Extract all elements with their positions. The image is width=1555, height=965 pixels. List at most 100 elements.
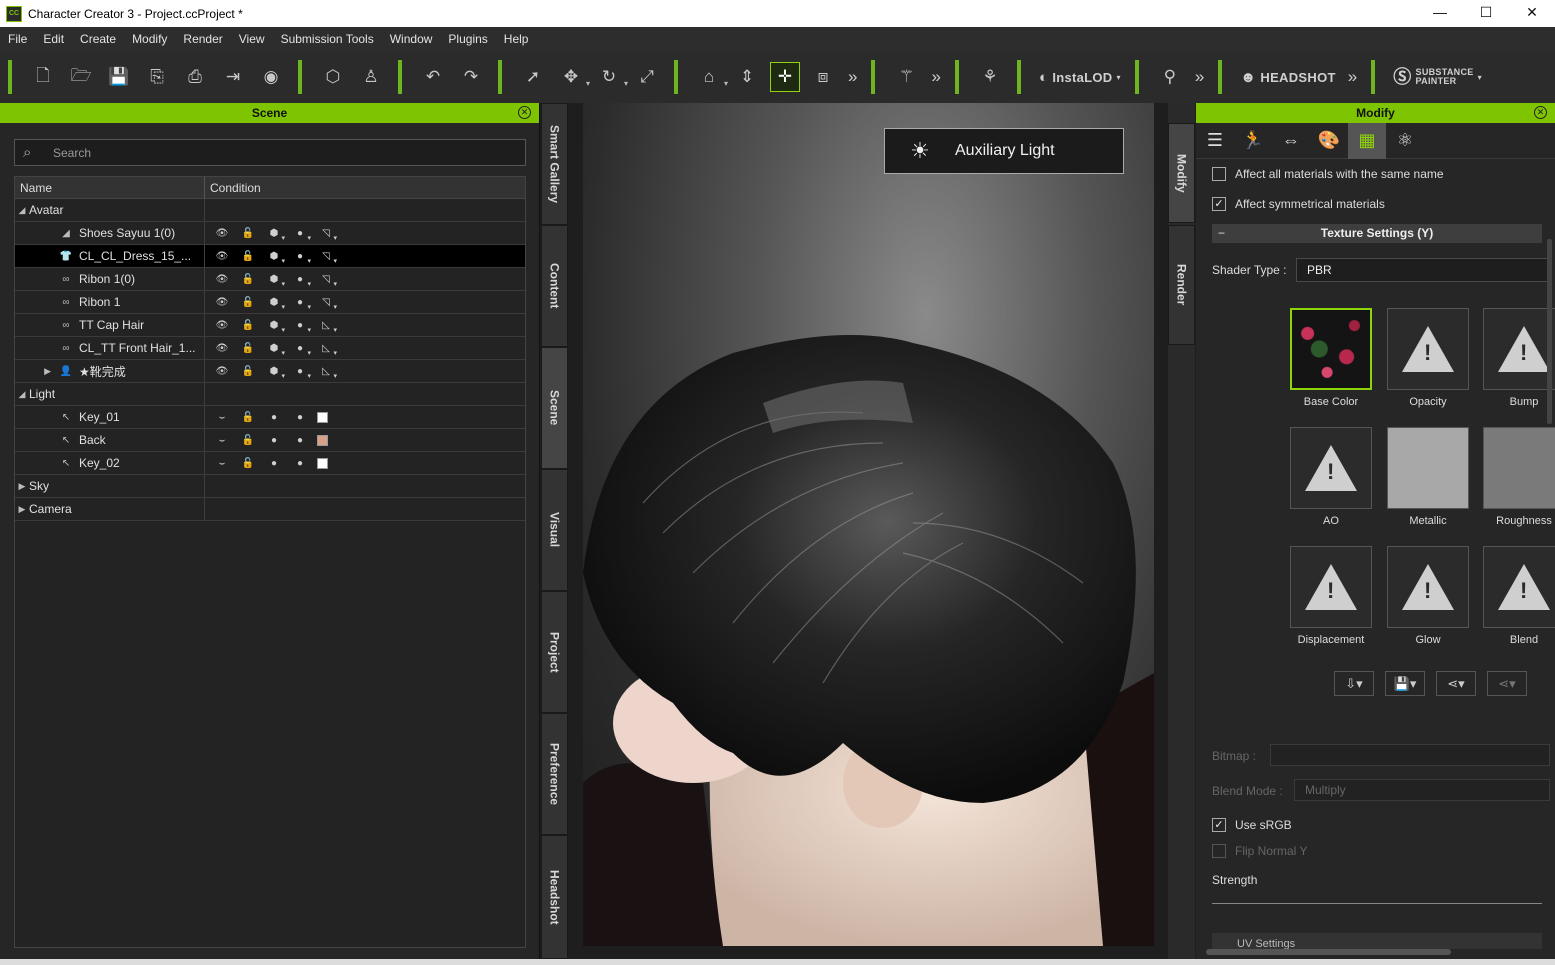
headshot-button[interactable]: ☻ HEADSHOT [1240,69,1335,86]
cube-icon[interactable]: ⬢ ▾ [261,366,287,380]
tab-visual[interactable]: Visual [541,469,568,591]
search-input[interactable] [53,145,493,160]
texture-slot-glow[interactable]: Glow [1387,546,1469,646]
tab-render[interactable]: Render [1168,225,1195,345]
affect-symmetrical-row[interactable]: ✓ Affect symmetrical materials [1212,197,1385,211]
lock-icon[interactable]: 🔓 [235,366,261,377]
tab-scene[interactable]: Scene [541,347,568,469]
shadow-icon[interactable]: ● ▾ [287,320,313,334]
animation-icon[interactable]: ⚚ [891,62,921,92]
tree-row-item[interactable]: ▶ 👤 ★靴完成 👁 🔓 ⬢ ▾ ● ▾ ◺ ▾ [15,360,525,383]
tree-row-sky[interactable]: ▶ Sky [15,475,525,498]
select-arrow-icon[interactable]: ➚ [518,62,548,92]
load-texture-icon[interactable]: ⇩▾ [1334,671,1374,696]
uv-settings-header[interactable]: UV Settings [1212,933,1542,949]
tree-row-light[interactable]: ↖ Key_02 ⌣ 🔓 ● ● [15,452,525,475]
visibility-eye-icon[interactable]: 👁 [209,274,235,285]
texture-slot-ao[interactable]: AO [1290,427,1372,527]
morph-adjust-icon[interactable]: ⇔ [1272,123,1310,159]
vertical-scrollbar[interactable] [1547,239,1552,424]
open-folder-icon[interactable]: 🗁 [66,62,96,92]
cube-icon[interactable]: ⬢ ▾ [261,251,287,265]
lock-icon[interactable]: 🔓 [235,251,261,262]
flip-normal-checkbox[interactable] [1212,844,1226,858]
lock-icon[interactable]: 🔓 [235,412,261,423]
export-icon[interactable]: ⇥ [218,62,248,92]
shadow-icon[interactable]: ● ▾ [287,343,313,357]
cube-icon[interactable]: ⬢ ▾ [261,343,287,357]
toolbar-more-icon[interactable]: » [931,67,940,87]
preview-icon[interactable]: ◉ [256,62,286,92]
tab-headshot[interactable]: Headshot [541,835,568,959]
visibility-eye-icon[interactable]: 👁 [209,297,235,308]
tab-content[interactable]: Content [541,225,568,347]
expand-triangle-icon[interactable]: ▶ [15,481,29,492]
affect-same-name-checkbox[interactable] [1212,167,1226,181]
light-color-swatch[interactable] [317,411,328,423]
lock-icon[interactable]: 🔓 [235,297,261,308]
save-icon[interactable]: 💾 [104,62,134,92]
material-icon[interactable]: ◺ ▾ [313,343,339,357]
bitmap-field[interactable] [1270,744,1550,766]
menu-modify[interactable]: Modify [124,32,175,46]
import-icon[interactable]: ⎘ [142,62,172,92]
column-header-name[interactable]: Name [15,177,205,198]
redo-icon[interactable]: ↷ [456,62,486,92]
tab-modify[interactable]: Modify [1168,123,1195,223]
tree-row-item[interactable]: ∞ TT Cap Hair 👁 🔓 ⬢ ▾ ● ▾ ◺ ▾ [15,314,525,337]
menu-view[interactable]: View [231,32,273,46]
material-checker-icon[interactable]: ▦ [1348,122,1386,159]
cube-icon[interactable]: ⬢ ▾ [261,320,287,334]
material-icon[interactable]: ◹ ▾ [313,228,339,242]
light-on-icon[interactable]: ● [261,435,287,446]
collapse-triangle-icon[interactable]: ◢ [15,205,29,216]
motion-icon[interactable]: 🏃 [1234,123,1272,159]
visibility-eye-icon[interactable]: 👁 [209,251,235,262]
visibility-eye-icon[interactable]: 👁 [209,343,235,354]
visibility-eye-icon[interactable]: 👁 [209,366,235,377]
shadow-icon[interactable]: ● [287,458,313,469]
tree-row-item[interactable]: ∞ CL_TT Front Hair_1... 👁 🔓 ⬢ ▾ ● ▾ ◺ ▾ [15,337,525,360]
share-icon[interactable]: ⋖▾ [1436,671,1476,696]
menu-window[interactable]: Window [382,32,441,46]
shadow-icon[interactable]: ● [287,435,313,446]
menu-create[interactable]: Create [72,32,124,46]
tree-row-light[interactable]: ↖ Back ⌣ 🔓 ● ● [15,429,525,452]
texture-slot-roughness[interactable]: Roughness [1483,427,1555,527]
collapse-minus-icon[interactable]: − [1218,224,1225,243]
scale-icon[interactable]: ⤢ [632,62,662,92]
content-icon[interactable]: ⬡ [318,62,348,92]
flip-normal-row[interactable]: Flip Normal Y [1212,844,1307,858]
pose-icon[interactable]: ♙ [356,62,386,92]
tree-row-camera[interactable]: ▶ Camera [15,498,525,521]
tree-row-item-selected[interactable]: 👕 CL_CL_Dress_15_... 👁 🔓 ⬢ ▾ ● ▾ ◹ ▾ [15,245,525,268]
close-window-button[interactable]: ✕ [1509,0,1555,27]
material-icon[interactable]: ◹ ▾ [313,251,339,265]
menu-help[interactable]: Help [496,32,537,46]
sliders-icon[interactable]: ☰ [1196,123,1234,159]
light-color-swatch[interactable] [317,457,328,469]
expand-triangle-icon[interactable]: ▶ [15,366,51,377]
texture-slot-displacement[interactable]: Displacement [1290,546,1372,646]
lock-icon[interactable]: 🔓 [235,343,261,354]
shader-type-select[interactable]: PBR [1296,258,1551,282]
close-icon[interactable]: ✕ [518,106,531,119]
tree-row-avatar[interactable]: ◢ Avatar [15,199,525,222]
visibility-eye-icon[interactable]: 👁 [209,320,235,331]
physics-atom-icon[interactable]: ⚛ [1386,123,1424,159]
attribute-icon[interactable]: 🎨 [1310,123,1348,159]
light-on-icon[interactable]: ● [261,412,287,423]
texture-slot-base-color[interactable]: Base Color [1290,308,1372,408]
strength-slider[interactable] [1212,903,1542,904]
shadow-icon[interactable]: ● ▾ [287,251,313,265]
tree-row-item[interactable]: ∞ Ribon 1 👁 🔓 ⬢ ▾ ● ▾ ◹ ▾ [15,291,525,314]
material-icon[interactable]: ◹ ▾ [313,297,339,311]
tree-row-item[interactable]: ∞ Ribon 1(0) 👁 🔓 ⬢ ▾ ● ▾ ◹ ▾ [15,268,525,291]
save-texture-icon[interactable]: 💾▾ [1385,671,1425,696]
shadow-icon[interactable]: ● ▾ [287,366,313,380]
import-cc-icon[interactable]: ⎙ [180,62,210,92]
tree-row-light[interactable]: ↖ Key_01 ⌣ 🔓 ● ● [15,406,525,429]
tree-row-item[interactable]: ◢ Shoes Sayuu 1(0) 👁 🔓 ⬢ ▾ ● ▾ ◹ ▾ [15,222,525,245]
tab-project[interactable]: Project [541,591,568,713]
visibility-eye-icon[interactable]: 👁 [209,228,235,239]
